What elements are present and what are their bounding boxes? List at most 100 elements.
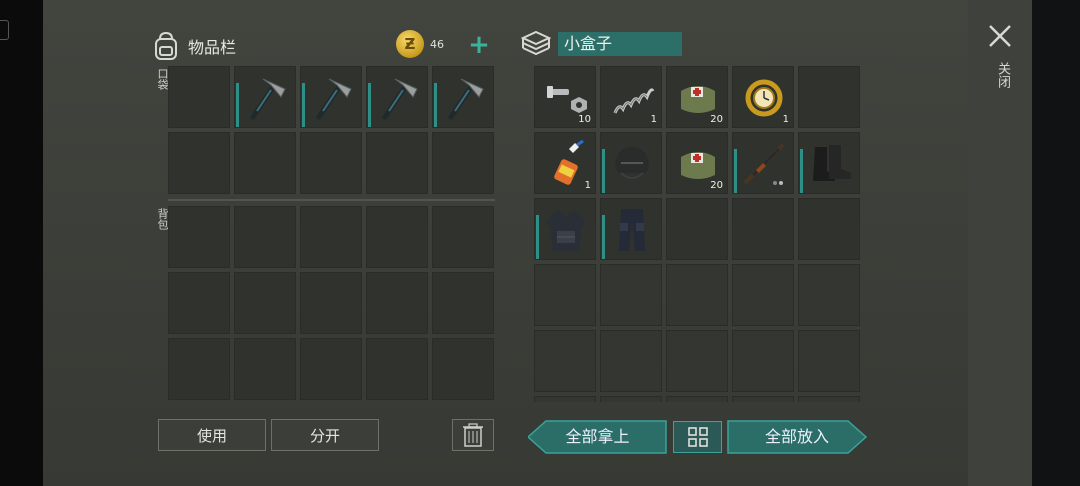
box-slot-glue[interactable]: 1: [534, 132, 596, 194]
backpack-slot[interactable]: [168, 338, 230, 400]
box-slot-pants[interactable]: [600, 198, 662, 260]
add-coins-button[interactable]: +: [466, 32, 492, 58]
pocket-slot[interactable]: [366, 132, 428, 194]
backpack-slot[interactable]: [432, 338, 494, 400]
inventory-header: 物品栏: [150, 26, 236, 66]
pocket-slot-pickaxe[interactable]: [300, 66, 362, 128]
box-slot[interactable]: [600, 264, 662, 326]
item-count: 1: [782, 114, 789, 125]
box-slot[interactable]: [798, 66, 860, 128]
coin-amount: 46: [430, 37, 444, 51]
backpack-slot[interactable]: [168, 206, 230, 268]
notch-indicator: [0, 20, 9, 40]
take-all-label: 全部拿上: [565, 427, 630, 446]
item-count: 1: [650, 114, 657, 125]
box-slot-helmet[interactable]: [600, 132, 662, 194]
coin-display: Ƶ 46: [396, 30, 444, 58]
pocket-slot-pickaxe[interactable]: [234, 66, 296, 128]
box-slot[interactable]: [666, 264, 728, 326]
backpack-slot[interactable]: [300, 206, 362, 268]
close-label[interactable]: 关闭: [993, 62, 1012, 88]
backpack-slot[interactable]: [300, 272, 362, 334]
box-grid: 10 1 20 1 1 20: [534, 66, 860, 402]
box-slot[interactable]: [798, 330, 860, 392]
screen-bezel-left: [0, 0, 43, 486]
box-slot-boots[interactable]: [798, 132, 860, 194]
pocket-slot[interactable]: [234, 132, 296, 194]
backpack-grid: [168, 206, 494, 400]
put-all-label: 全部放入: [764, 427, 829, 446]
trash-icon: [463, 423, 483, 447]
backpack-slot[interactable]: [366, 272, 428, 334]
box-slot-bolt-nut[interactable]: 10: [534, 66, 596, 128]
pocket-slot-empty[interactable]: [168, 66, 230, 128]
box-slot[interactable]: [666, 330, 728, 392]
inventory-title: 物品栏: [188, 38, 237, 57]
pocket-slot-pickaxe[interactable]: [366, 66, 428, 128]
backpack-slot[interactable]: [366, 206, 428, 268]
glue-bottle-icon: [554, 139, 584, 185]
helmet-icon: [615, 147, 649, 179]
box-slot-armor[interactable]: [534, 198, 596, 260]
use-button[interactable]: 使用: [158, 419, 266, 451]
box-slot[interactable]: [798, 264, 860, 326]
pickaxe-icon: [382, 78, 418, 120]
close-icon[interactable]: [986, 22, 1014, 50]
backpack-slot[interactable]: [234, 272, 296, 334]
take-all-button[interactable]: 全部拿上: [528, 420, 667, 454]
section-divider: [168, 199, 495, 201]
box-slot[interactable]: [732, 330, 794, 392]
grid-sort-icon: [687, 427, 708, 447]
screen-bezel-right: [1032, 0, 1080, 486]
boots-icon: [813, 145, 851, 181]
trash-button[interactable]: [452, 419, 494, 451]
item-count: 10: [578, 114, 591, 125]
box-slot-rifle[interactable]: [732, 132, 794, 194]
box-slot[interactable]: [534, 264, 596, 326]
backpack-slot[interactable]: [432, 206, 494, 268]
split-button[interactable]: 分开: [271, 419, 379, 451]
pocket-slot[interactable]: [432, 132, 494, 194]
gold-watch-icon: [745, 79, 783, 117]
box-slot[interactable]: [666, 198, 728, 260]
body-armor-icon: [547, 211, 585, 251]
item-count: 1: [584, 180, 591, 191]
box-header: 小盒子: [520, 28, 682, 60]
backpack-slot[interactable]: [234, 206, 296, 268]
box-slot-spring[interactable]: 1: [600, 66, 662, 128]
box-name-field[interactable]: 小盒子: [558, 32, 682, 56]
pocket-slot-pickaxe[interactable]: [432, 66, 494, 128]
box-slot[interactable]: [732, 198, 794, 260]
pickaxe-icon: [250, 78, 286, 120]
box-slot[interactable]: [732, 264, 794, 326]
pocket-grid: [168, 66, 494, 194]
backpack-icon: [155, 31, 177, 60]
box-slot-medkit[interactable]: 20: [666, 66, 728, 128]
box-slot[interactable]: [666, 396, 728, 402]
tactical-pants-icon: [619, 209, 645, 251]
spring-icon: [613, 88, 655, 114]
box-slot[interactable]: [534, 396, 596, 402]
box-stack-icon: [520, 30, 552, 56]
box-slot[interactable]: [798, 396, 860, 402]
rifle-icon: [743, 143, 785, 185]
pocket-slot[interactable]: [300, 132, 362, 194]
box-slot[interactable]: [600, 396, 662, 402]
backpack-slot[interactable]: [300, 338, 362, 400]
box-slot[interactable]: [732, 396, 794, 402]
pocket-slot[interactable]: [168, 132, 230, 194]
backpack-slot[interactable]: [234, 338, 296, 400]
backpack-slot[interactable]: [366, 338, 428, 400]
box-slot[interactable]: [600, 330, 662, 392]
box-slot[interactable]: [798, 198, 860, 260]
pickaxe-icon: [448, 78, 484, 120]
pickaxe-icon: [316, 78, 352, 120]
put-all-button[interactable]: 全部放入: [727, 420, 867, 454]
backpack-slot[interactable]: [168, 272, 230, 334]
sort-button[interactable]: [673, 421, 722, 453]
box-slot-watch[interactable]: 1: [732, 66, 794, 128]
box-container[interactable]: 10 1 20 1 1 20: [534, 66, 862, 402]
backpack-slot[interactable]: [432, 272, 494, 334]
box-slot[interactable]: [534, 330, 596, 392]
box-slot-medkit[interactable]: 20: [666, 132, 728, 194]
